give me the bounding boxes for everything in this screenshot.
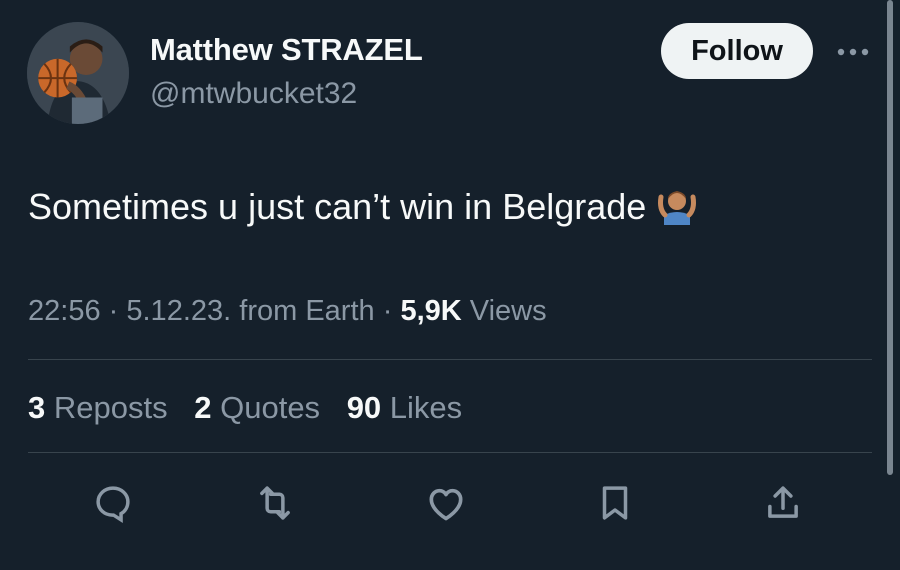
avatar-image — [27, 22, 129, 124]
share-button[interactable] — [760, 480, 806, 526]
meta-separator: · — [382, 295, 393, 327]
views-label: Views — [469, 295, 547, 327]
divider — [28, 359, 872, 360]
user-handle[interactable]: @mtwbucket32 — [150, 77, 357, 111]
reply-icon — [96, 486, 130, 523]
tweet-source: from Earth — [239, 295, 375, 327]
bookmark-button[interactable] — [592, 480, 638, 526]
likes-count: 90 — [346, 390, 382, 425]
avatar[interactable] — [27, 22, 129, 124]
engagement-stats: 3 Reposts 2 Quotes 90 Likes — [28, 390, 480, 426]
repost-button[interactable] — [252, 480, 298, 526]
like-button[interactable] — [423, 480, 469, 526]
tweet-text-content: Sometimes u just can’t win in Belgrade — [28, 186, 647, 227]
reposts-count: 3 — [28, 390, 46, 425]
display-name[interactable]: Matthew STRAZEL — [150, 32, 423, 68]
reposts-stat[interactable]: 3 Reposts — [28, 390, 168, 425]
follow-button[interactable]: Follow — [661, 23, 813, 79]
repost-icon — [260, 486, 290, 520]
tweet-meta: 22:56 · 5.12.23. from Earth · 5,9K Views — [28, 295, 547, 328]
like-icon — [429, 488, 463, 521]
bookmark-icon — [602, 486, 628, 520]
tweet-text: Sometimes u just can’t win in Belgrade — [28, 184, 698, 236]
more-icon — [837, 48, 869, 56]
reply-button[interactable] — [90, 480, 136, 526]
tweet-date[interactable]: 5.12.23. — [126, 295, 231, 327]
likes-label: Likes — [389, 390, 463, 425]
divider — [28, 452, 872, 453]
more-options-button[interactable] — [835, 34, 871, 70]
reposts-label: Reposts — [53, 390, 168, 425]
tweet-time[interactable]: 22:56 — [28, 295, 101, 327]
likes-stat[interactable]: 90 Likes — [347, 390, 462, 425]
meta-separator: · — [108, 295, 119, 327]
quotes-count: 2 — [194, 390, 212, 425]
share-icon — [768, 486, 798, 518]
person-shrugging-emoji-icon — [656, 185, 698, 236]
quotes-label: Quotes — [220, 390, 321, 425]
views-count: 5,9K — [400, 295, 462, 327]
scrollbar[interactable] — [887, 0, 893, 475]
quotes-stat[interactable]: 2 Quotes — [194, 390, 320, 425]
